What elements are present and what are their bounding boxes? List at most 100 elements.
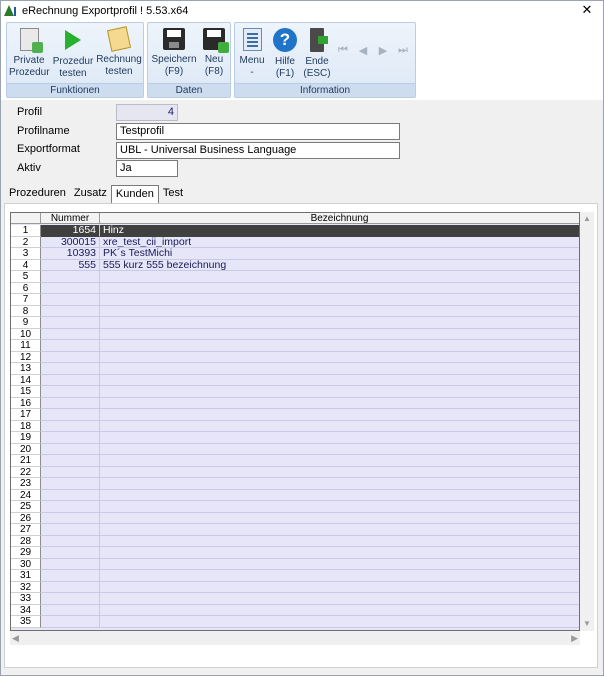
tab-test[interactable]: Test [159,185,187,203]
bezeichnung-cell[interactable]: 555 kurz 555 bezeichnung [100,260,579,271]
table-row[interactable]: 28 [11,535,579,547]
nummer-cell[interactable] [41,340,100,352]
bezeichnung-cell[interactable] [100,547,579,559]
aktiv-select[interactable]: Ja [116,160,178,177]
nummer-cell[interactable] [41,524,100,536]
table-row[interactable]: 15 [11,386,579,398]
bezeichnung-cell[interactable] [100,375,579,386]
bezeichnung-cell[interactable] [100,570,579,582]
nummer-cell[interactable] [41,328,100,340]
nummer-cell[interactable] [41,351,100,363]
bezeichnung-cell[interactable] [100,444,579,455]
table-row[interactable]: 31 [11,570,579,582]
bezeichnung-cell[interactable] [100,352,579,363]
table-row[interactable]: 34 [11,604,579,616]
table-row[interactable]: 6 [11,282,579,294]
table-row[interactable]: 18 [11,420,579,432]
table-row[interactable]: 22 [11,466,579,478]
scroll-right-icon[interactable]: ▶ [571,631,578,645]
table-row[interactable]: 8 [11,305,579,317]
bezeichnung-cell[interactable] [100,616,579,628]
bezeichnung-cell[interactable] [100,593,579,605]
scroll-left-icon[interactable]: ◀ [12,631,19,645]
table-row[interactable]: 27 [11,524,579,536]
bezeichnung-cell[interactable] [100,409,579,421]
vertical-scrollbar[interactable]: ▲ ▼ [580,212,594,631]
bezeichnung-cell[interactable] [100,536,579,547]
table-row[interactable]: 10 [11,328,579,340]
nummer-cell[interactable] [41,478,100,490]
bezeichnung-cell[interactable] [100,467,579,478]
nummer-cell[interactable] [41,409,100,421]
table-row[interactable]: 35 [11,616,579,628]
table-row[interactable]: 14 [11,374,579,386]
nummer-cell[interactable] [41,501,100,513]
bezeichnung-cell[interactable]: xre_test_cii_import [100,237,579,248]
table-row[interactable]: 9 [11,317,579,329]
table-row[interactable]: 4 555 555 kurz 555 bezeichnung [11,259,579,271]
nummer-cell[interactable] [41,547,100,559]
nummer-cell[interactable] [41,282,100,294]
bezeichnung-cell[interactable] [100,501,579,513]
bezeichnung-cell[interactable] [100,329,579,340]
table-row[interactable]: 33 [11,593,579,605]
table-row[interactable]: 17 [11,409,579,421]
table-row[interactable]: 21 [11,455,579,467]
tab-zusatz[interactable]: Zusatz [70,185,111,203]
column-header-bezeichnung[interactable]: Bezeichnung [100,213,579,224]
exportformat-select[interactable]: UBL - Universal Business Language [116,142,400,159]
table-row[interactable]: 19 [11,432,579,444]
table-row[interactable]: 7 [11,294,579,306]
bezeichnung-cell[interactable] [100,306,579,317]
bezeichnung-cell[interactable]: Hinz [100,225,579,237]
nummer-cell[interactable] [41,512,100,524]
table-row[interactable]: 1 1654 Hinz [11,225,579,237]
nummer-cell[interactable] [41,294,100,306]
bezeichnung-cell[interactable] [100,432,579,444]
table-row[interactable]: 2 300015 xre_test_cii_import [11,236,579,248]
bezeichnung-cell[interactable] [100,271,579,283]
first-record-icon[interactable]: ⏮ [337,44,349,57]
bezeichnung-cell[interactable] [100,398,579,409]
nummer-cell[interactable] [41,305,100,317]
nummer-cell[interactable] [41,593,100,605]
neu-button[interactable]: Neu (F8) [200,25,229,83]
bezeichnung-cell[interactable] [100,283,579,294]
bezeichnung-cell[interactable] [100,559,579,570]
profilname-input[interactable]: Testprofil [116,123,400,140]
nummer-cell[interactable] [41,604,100,616]
table-row[interactable]: 26 [11,512,579,524]
table-row[interactable]: 5 [11,271,579,283]
bezeichnung-cell[interactable] [100,317,579,329]
nummer-cell[interactable] [41,558,100,570]
table-row[interactable]: 13 [11,363,579,375]
table-row[interactable]: 20 [11,443,579,455]
horizontal-scrollbar[interactable]: ◀ ▶ [10,631,580,645]
nummer-cell[interactable]: 555 [41,259,100,271]
nummer-cell[interactable] [41,570,100,582]
nummer-cell[interactable] [41,535,100,547]
nummer-cell[interactable]: 10393 [41,248,100,260]
nummer-cell[interactable] [41,616,100,628]
nummer-cell[interactable] [41,397,100,409]
nummer-cell[interactable] [41,363,100,375]
nummer-cell[interactable] [41,386,100,398]
nummer-cell[interactable] [41,374,100,386]
nummer-cell[interactable] [41,317,100,329]
rechnung-testen-button[interactable]: Rechnung testen [96,25,142,83]
nummer-cell[interactable]: 300015 [41,236,100,248]
column-header-nummer[interactable]: Nummer [41,213,100,224]
nummer-cell[interactable] [41,581,100,593]
bezeichnung-cell[interactable] [100,605,579,616]
scroll-up-icon[interactable]: ▲ [580,213,594,225]
bezeichnung-cell[interactable] [100,478,579,490]
kunden-grid[interactable]: Nummer Bezeichnung 1 1654 Hinz 2 300015 xre_t… [10,212,580,631]
ende-button[interactable]: Ende (ESC) [301,25,333,83]
nummer-cell[interactable] [41,271,100,283]
prozedur-testen-button[interactable]: Prozedur testen [52,25,94,83]
tab-prozeduren[interactable]: Prozeduren [5,185,70,203]
table-row[interactable]: 25 [11,501,579,513]
bezeichnung-cell[interactable] [100,524,579,536]
nummer-cell[interactable] [41,420,100,432]
private-prozedur-button[interactable]: Private Prozedur [9,25,50,83]
